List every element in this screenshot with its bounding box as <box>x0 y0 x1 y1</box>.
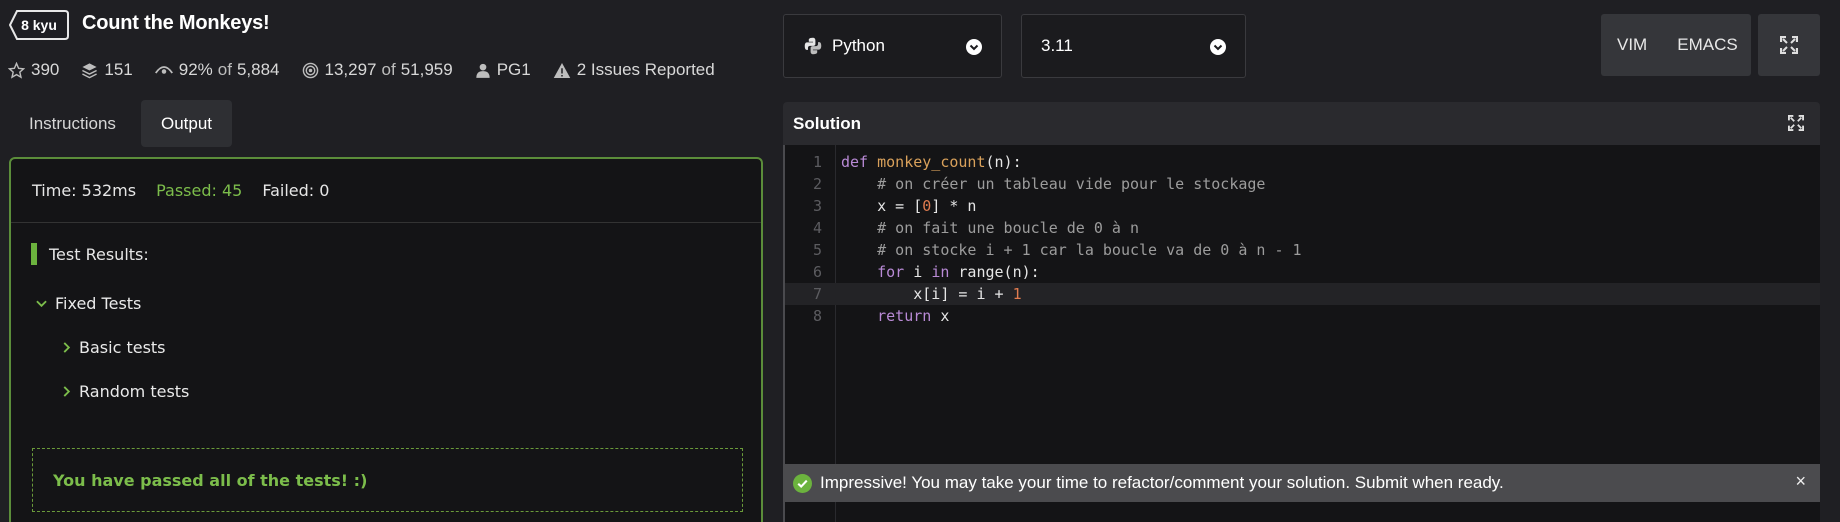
chevron-right-icon <box>63 342 71 353</box>
chevron-right-icon <box>63 386 71 397</box>
version-value: 3.11 <box>1041 36 1073 55</box>
code-line[interactable]: 2 # on créer un tableau vide pour le sto… <box>785 173 1820 195</box>
completions-stat: 13,297 of 51,959 <box>302 60 453 80</box>
chevron-down-icon <box>1210 39 1226 55</box>
close-icon[interactable]: × <box>1795 471 1806 492</box>
test-results-title: Test Results: <box>49 244 149 264</box>
code-line[interactable]: 3 x = [0] * n <box>785 195 1820 217</box>
satisfaction-stat: 92% of 5,884 <box>154 60 280 80</box>
code-line[interactable]: 1 def monkey_count(n): <box>785 151 1820 173</box>
python-icon <box>804 37 822 55</box>
satisfaction-votes: 5,884 <box>236 60 280 79</box>
emacs-button[interactable]: EMACS <box>1661 35 1751 55</box>
code-lines: 1 def monkey_count(n): 2 # on créer un ta… <box>785 151 1820 327</box>
version-select[interactable]: 3.11 <box>1021 14 1246 78</box>
attempted-count: 51,959 <box>400 60 453 79</box>
code-text: return x <box>877 307 950 325</box>
line-number: 7 <box>812 285 822 303</box>
random-tests-label: Random tests <box>79 382 190 401</box>
code-line[interactable]: 6 for i in range(n): <box>785 261 1820 283</box>
author-stat[interactable]: PG1 <box>475 60 531 80</box>
stars-stat[interactable]: 390 <box>8 60 59 80</box>
line-number: 3 <box>812 197 822 215</box>
code-line[interactable]: 5 # on stocke i + 1 car la boucle va de … <box>785 239 1820 261</box>
chevron-down-icon <box>966 39 982 55</box>
code-text: x = [0] * n <box>841 197 977 215</box>
code-text: # on fait une boucle de 0 à n <box>877 219 1140 237</box>
completed-of: of <box>381 60 396 79</box>
line-number: 8 <box>812 307 822 325</box>
line-number: 4 <box>812 219 822 237</box>
fixed-tests-label: Fixed Tests <box>55 294 142 313</box>
test-results-heading: Test Results: <box>31 243 149 265</box>
collections-count: 151 <box>104 60 133 79</box>
tab-instructions[interactable]: Instructions <box>9 100 136 147</box>
collection-icon <box>82 62 98 78</box>
results-marker <box>31 243 37 265</box>
code-text: # on créer un tableau vide pour le stock… <box>877 175 1266 193</box>
satisfaction-rate: 92% <box>178 60 213 79</box>
passed-count: Passed: 45 <box>156 181 243 200</box>
failed-count: Failed: 0 <box>262 181 330 200</box>
eye-icon <box>154 66 173 74</box>
stars-count: 390 <box>31 60 60 79</box>
warning-icon <box>553 62 570 78</box>
basic-tests-group[interactable]: Basic tests <box>63 338 166 357</box>
code-text: def monkey_count(n): <box>841 153 1022 171</box>
keymap-toggle: VIM EMACS <box>1601 14 1751 76</box>
issues-label: 2 Issues Reported <box>576 60 715 79</box>
author-name: PG1 <box>496 60 531 79</box>
line-number: 5 <box>812 241 822 259</box>
code-text: x[i] = i + 1 <box>841 285 1022 303</box>
fullscreen-icon <box>1780 36 1798 54</box>
solution-header: Solution <box>783 102 1820 145</box>
language-value: Python <box>832 36 885 55</box>
random-tests-group[interactable]: Random tests <box>63 382 189 401</box>
code-text: for i in range(n): <box>877 263 1040 281</box>
fullscreen-button[interactable] <box>1758 14 1820 76</box>
code-line-active[interactable]: 7 x[i] = i + 1 <box>785 283 1820 305</box>
issues-stat[interactable]: 2 Issues Reported <box>553 60 715 80</box>
check-circle-icon <box>793 473 812 493</box>
output-summary: Time: 532ms Passed: 45 Failed: 0 <box>11 159 761 223</box>
kyu-rank: 8 kyu <box>21 17 57 33</box>
tab-output[interactable]: Output <box>141 100 233 147</box>
notification-message: Impressive! You may take your time to re… <box>820 473 1504 492</box>
vim-button[interactable]: VIM <box>1601 35 1661 55</box>
code-line[interactable]: 8 return x <box>785 305 1820 327</box>
expand-icon[interactable] <box>1788 115 1804 131</box>
completed-count: 13,297 <box>324 60 377 79</box>
line-number: 2 <box>812 175 822 193</box>
success-notification: Impressive! You may take your time to re… <box>783 464 1820 502</box>
output-panel: Time: 532ms Passed: 45 Failed: 0 Test Re… <box>9 157 763 522</box>
collections-stat[interactable]: 151 <box>81 60 133 80</box>
target-icon <box>302 62 318 78</box>
line-number: 1 <box>812 153 822 171</box>
language-select[interactable]: Python <box>783 14 1002 78</box>
basic-tests-label: Basic tests <box>79 338 166 357</box>
satisfaction-of: of <box>217 60 232 79</box>
user-icon <box>476 63 490 78</box>
fixed-tests-group[interactable]: Fixed Tests <box>36 294 141 313</box>
kata-title[interactable]: Count the Monkeys! <box>82 12 270 35</box>
run-time: Time: 532ms <box>32 181 137 200</box>
solution-title: Solution <box>793 113 861 133</box>
success-message: You have passed all of the tests! :) <box>32 448 743 512</box>
code-text: # on stocke i + 1 car la boucle va de 0 … <box>877 241 1302 259</box>
kata-stats: 390 151 92% of 5,884 13,297 of 51,959 PG… <box>8 60 737 80</box>
line-number: 6 <box>812 263 822 281</box>
chevron-down-icon <box>36 300 47 307</box>
code-line[interactable]: 4 # on fait une boucle de 0 à n <box>785 217 1820 239</box>
kyu-badge: 8 kyu <box>9 10 69 40</box>
star-icon <box>8 61 25 79</box>
